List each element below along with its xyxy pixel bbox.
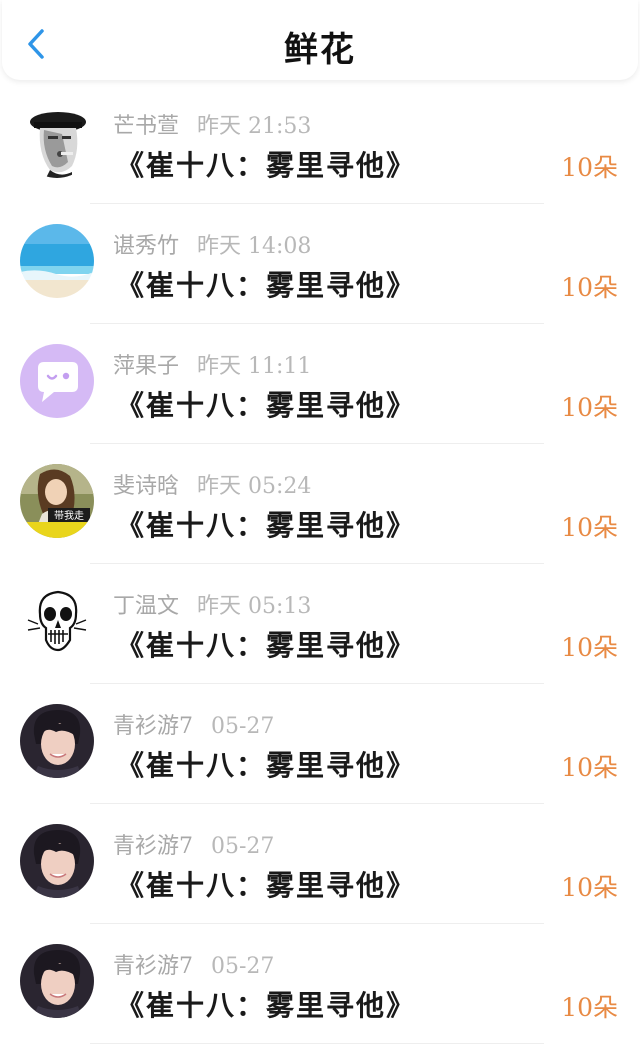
avatar[interactable]: [20, 944, 94, 1018]
sender-info: 青衫游7 05-27: [113, 828, 275, 859]
sender-info: 斐诗晗 昨天 05:24: [113, 468, 312, 499]
sender-info: 萍果子 昨天 11:11: [113, 348, 312, 379]
list-item[interactable]: 青衫游7 05-27 《崔十八：雾里寻他》 10朵: [0, 924, 640, 1044]
list-item[interactable]: 萍果子 昨天 11:11 《崔十八：雾里寻他》 10朵: [0, 324, 640, 444]
svg-text:带我走: 带我走: [54, 510, 84, 522]
sender-name: 青衫游7: [113, 834, 193, 859]
young-man-avatar-icon: [20, 944, 94, 1018]
beach-avatar-icon: [20, 224, 94, 298]
list-item[interactable]: 青衫游7 05-27 《崔十八：雾里寻他》 10朵: [0, 804, 640, 924]
avatar[interactable]: [20, 584, 94, 658]
sender-info: 青衫游7 05-27: [113, 708, 275, 739]
flower-count: 10朵: [561, 993, 618, 1022]
send-time: 昨天 05:24: [197, 474, 312, 499]
flower-count: 10朵: [561, 633, 618, 662]
book-title: 《崔十八：雾里寻他》: [116, 989, 417, 1022]
send-time: 昨天 21:53: [197, 114, 312, 139]
send-time: 05-27: [211, 954, 275, 979]
sender-name: 芒书萱: [113, 114, 180, 139]
flower-count: 10朵: [561, 513, 618, 542]
sender-name: 萍果子: [113, 354, 180, 379]
flower-count: 10朵: [561, 873, 618, 902]
sender-info: 青衫游7 05-27: [113, 948, 275, 979]
book-title: 《崔十八：雾里寻他》: [116, 869, 417, 902]
send-time: 昨天 11:11: [197, 354, 312, 379]
flower-count: 10朵: [561, 273, 618, 302]
sender-name: 青衫游7: [113, 954, 193, 979]
sender-info: 芒书萱 昨天 21:53: [113, 108, 312, 139]
young-man-avatar-icon: [20, 824, 94, 898]
flower-count: 10朵: [561, 393, 618, 422]
list-item[interactable]: 丁温文 昨天 05:13 《崔十八：雾里寻他》 10朵: [0, 564, 640, 684]
book-title: 《崔十八：雾里寻他》: [116, 509, 417, 542]
avatar[interactable]: [20, 704, 94, 778]
send-time: 昨天 05:13: [197, 594, 312, 619]
flower-count: 10朵: [561, 753, 618, 782]
list-item[interactable]: 青衫游7 05-27 《崔十八：雾里寻他》 10朵: [0, 684, 640, 804]
top-bar: 鲜花: [2, 0, 638, 80]
book-title: 《崔十八：雾里寻他》: [116, 749, 417, 782]
avatar[interactable]: [20, 344, 94, 418]
sender-info: 丁温文 昨天 05:13: [113, 588, 312, 619]
girl-avatar-icon: 带我走: [20, 464, 94, 538]
flower-count: 10朵: [561, 153, 618, 182]
send-time: 05-27: [211, 834, 275, 859]
avatar[interactable]: 带我走: [20, 464, 94, 538]
book-title: 《崔十八：雾里寻他》: [116, 629, 417, 662]
chat-bubble-avatar-icon: [20, 344, 94, 418]
avatar[interactable]: [20, 824, 94, 898]
man-in-cap-avatar-icon: [20, 104, 94, 178]
send-time: 05-27: [211, 714, 275, 739]
send-time: 昨天 14:08: [197, 234, 312, 259]
page-title: 鲜花: [284, 30, 356, 70]
book-title: 《崔十八：雾里寻他》: [116, 149, 417, 182]
book-title: 《崔十八：雾里寻他》: [116, 389, 417, 422]
avatar[interactable]: [20, 104, 94, 178]
sender-name: 丁温文: [113, 594, 180, 619]
list-item[interactable]: 芒书萱 昨天 21:53 《崔十八：雾里寻他》 10朵: [0, 84, 640, 204]
list-item[interactable]: 带我走 斐诗晗 昨天 05:24 《崔十八：雾里寻他》 10朵: [0, 444, 640, 564]
sender-name: 斐诗晗: [113, 474, 180, 499]
list-item[interactable]: 谌秀竹 昨天 14:08 《崔十八：雾里寻他》 10朵: [0, 204, 640, 324]
sender-name: 青衫游7: [113, 714, 193, 739]
sender-name: 谌秀竹: [113, 234, 180, 259]
skull-avatar-icon: [20, 584, 94, 658]
sender-info: 谌秀竹 昨天 14:08: [113, 228, 312, 259]
book-title: 《崔十八：雾里寻他》: [116, 269, 417, 302]
divider: [90, 1043, 544, 1044]
young-man-avatar-icon: [20, 704, 94, 778]
avatar[interactable]: [20, 224, 94, 298]
